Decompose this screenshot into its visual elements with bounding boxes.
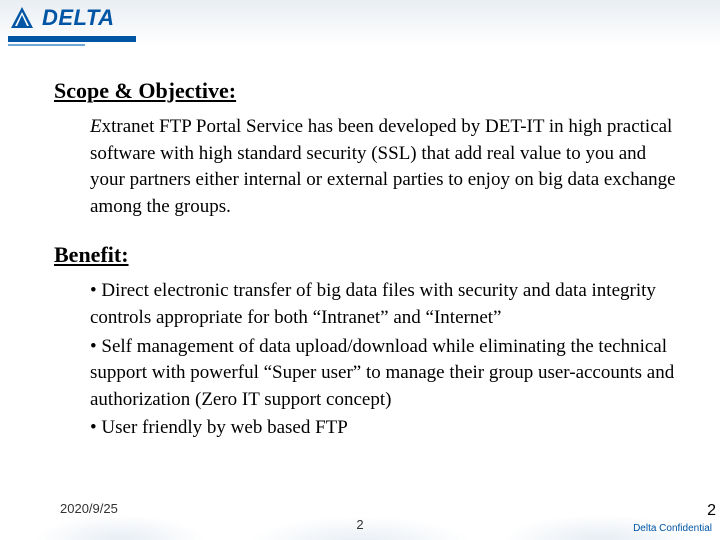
benefit-list: • Direct electronic transfer of big data… <box>90 278 680 442</box>
footer-page-right: 2 <box>707 502 716 520</box>
delta-triangle-icon <box>8 4 36 32</box>
footer-date: 2020/9/25 <box>60 501 118 516</box>
footer-page-center: 2 <box>356 517 363 532</box>
scope-first-letter: E <box>90 116 102 137</box>
brand-underline <box>8 36 136 46</box>
footer-confidential: Delta Confidential <box>633 523 712 534</box>
scope-rest: xtranet FTP Portal Service has been deve… <box>90 116 676 217</box>
brand-name: DELTA <box>42 5 115 31</box>
scope-paragraph: Extranet FTP Portal Service has been dev… <box>90 114 680 220</box>
content-body: Scope & Objective: Extranet FTP Portal S… <box>54 78 680 444</box>
slide: DELTA Scope & Objective: Extranet FTP Po… <box>0 0 720 540</box>
brand-logo: DELTA <box>8 4 115 32</box>
list-item: • Self management of data upload/downloa… <box>90 334 680 414</box>
list-item: • User friendly by web based FTP <box>90 415 680 442</box>
list-item: • Direct electronic transfer of big data… <box>90 278 680 331</box>
benefit-title: Benefit: <box>54 242 680 268</box>
scope-title: Scope & Objective: <box>54 78 680 104</box>
